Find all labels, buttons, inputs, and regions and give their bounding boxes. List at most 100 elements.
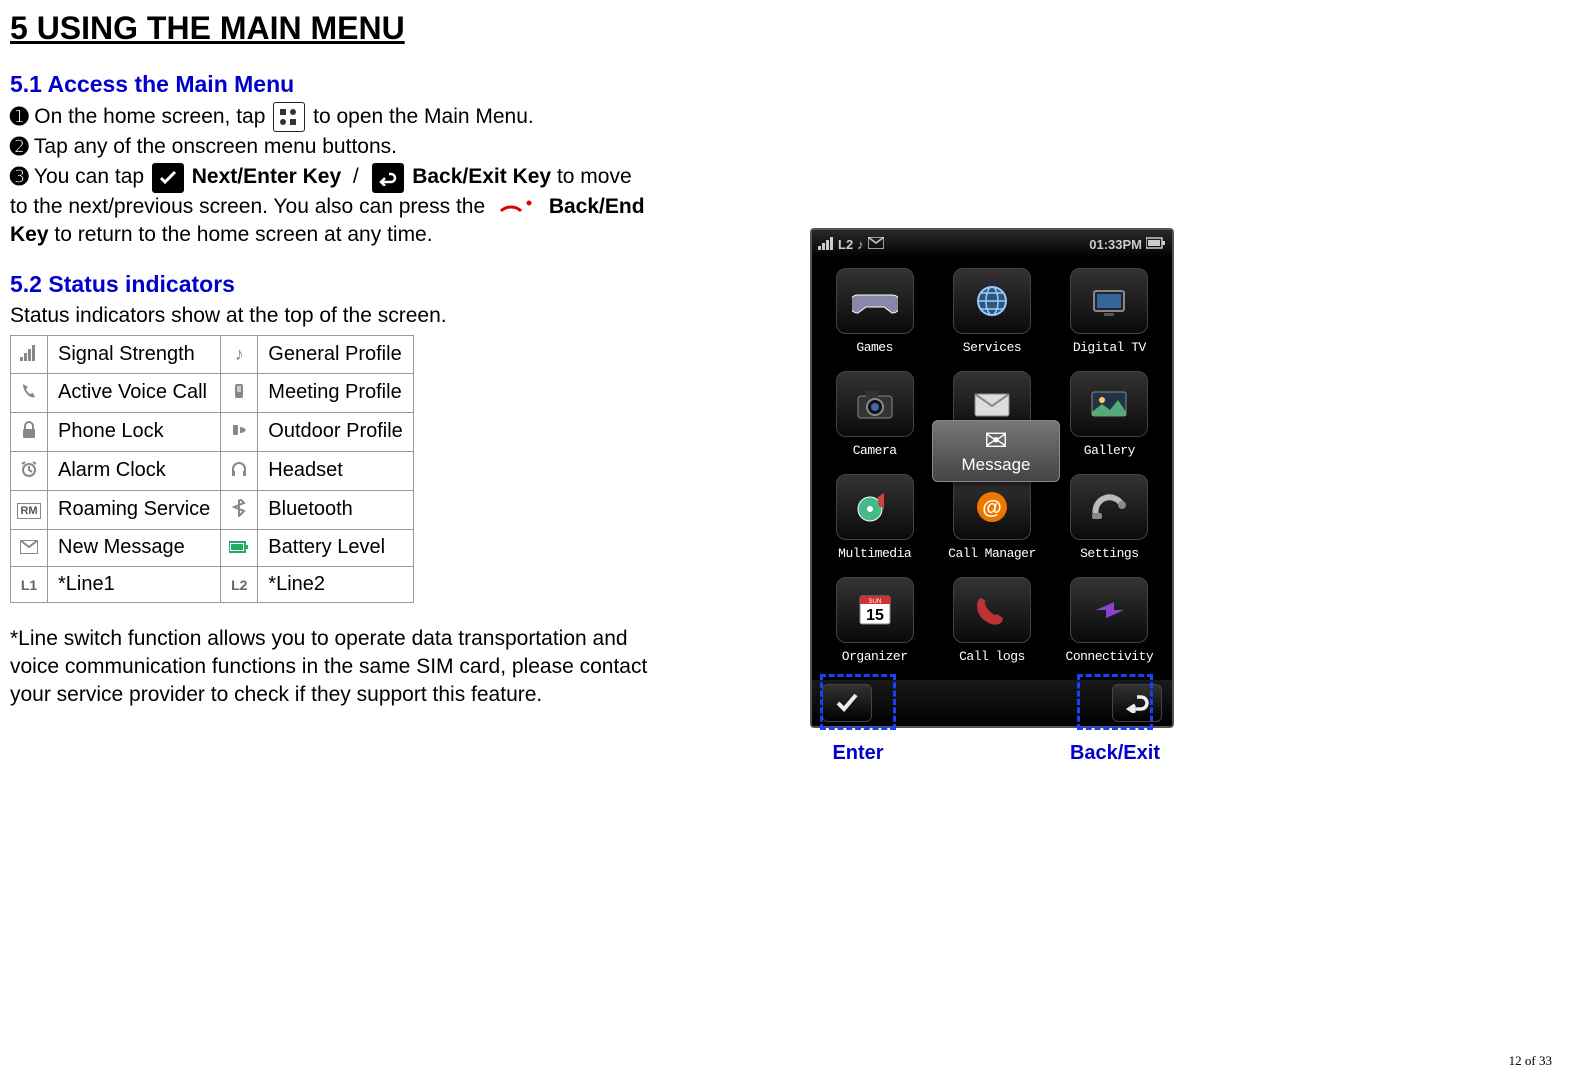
app-label: Games — [856, 340, 893, 355]
phone-battery-icon — [1146, 237, 1166, 252]
app-label: Call Manager — [948, 546, 1036, 561]
step2-text: Tap any of the onscreen menu buttons. — [34, 135, 397, 158]
app-icon — [1070, 371, 1148, 437]
status-label: Phone Lock — [48, 412, 221, 451]
app-label: Organizer — [842, 649, 908, 664]
app-label: Digital TV — [1073, 340, 1146, 355]
app-connectivity[interactable]: Connectivity — [1051, 571, 1168, 674]
roam-icon: RM — [18, 500, 40, 522]
app-digital-tv[interactable]: Digital TV — [1051, 262, 1168, 365]
phone-envelope-icon — [868, 237, 884, 252]
svg-text:@: @ — [982, 497, 1002, 519]
end-key-icon — [493, 193, 541, 221]
main-menu-icon — [273, 102, 305, 132]
phone-back-button[interactable] — [1112, 684, 1162, 722]
l2-icon: L2 — [228, 574, 250, 596]
app-icon — [1070, 577, 1148, 643]
table-row: Alarm Clock Headset — [11, 451, 414, 490]
status-label: Active Voice Call — [48, 373, 221, 412]
app-icon — [953, 577, 1031, 643]
line-switch-note: *Line switch function allows you to oper… — [10, 625, 650, 710]
status-label: Bluetooth — [258, 490, 414, 529]
call-icon — [18, 380, 40, 402]
page-title: 5 USING THE MAIN MENU — [10, 10, 650, 47]
phone-mockup: L2 ♪ 01:33PM ✉ — [810, 228, 1170, 765]
status-label: Signal Strength — [48, 335, 221, 373]
status-label: Outdoor Profile — [258, 412, 414, 451]
svg-text:SUN: SUN — [868, 599, 881, 605]
app-label: Multimedia — [838, 546, 911, 561]
step1-text-b: to open the Main Menu. — [313, 105, 534, 128]
next-enter-key-label: Next/Enter Key — [192, 165, 341, 188]
status-label: Alarm Clock — [48, 451, 221, 490]
signal-icon — [18, 342, 40, 364]
status-label: General Profile — [258, 335, 414, 373]
step3-text-c: to return to the home screen at any time… — [54, 223, 432, 246]
alarm-icon — [18, 458, 40, 480]
svg-text:15: 15 — [866, 607, 884, 624]
table-row: Signal Strength ♪ General Profile — [11, 335, 414, 373]
table-row: New Message Battery Level — [11, 529, 414, 566]
app-label: Call logs — [959, 649, 1025, 664]
phone-popup: ✉ Message — [932, 420, 1060, 482]
status-label: *Line1 — [48, 566, 221, 602]
lock-icon — [18, 419, 40, 441]
app-services[interactable]: Services — [933, 262, 1050, 365]
app-icon — [836, 474, 914, 540]
slash: / — [353, 165, 359, 188]
app-icon — [1070, 474, 1148, 540]
app-multimedia[interactable]: Multimedia — [816, 468, 933, 571]
table-row: RMRoaming ServiceBluetooth — [11, 490, 414, 529]
phone-enter-button[interactable] — [822, 684, 872, 722]
phone-l2-badge: L2 — [838, 237, 853, 252]
back-annotation-label: Back/Exit — [1070, 742, 1160, 765]
status-label: New Message — [48, 529, 221, 566]
bullet-2-icon: ➋ — [10, 134, 28, 159]
l1-icon: L1 — [18, 574, 40, 596]
app-call-manager[interactable]: @ Call Manager — [933, 468, 1050, 571]
app-call-logs[interactable]: Call logs — [933, 571, 1050, 674]
envelope-icon: ✉ — [984, 427, 1007, 455]
app-label: Connectivity — [1066, 649, 1154, 664]
app-icon — [836, 371, 914, 437]
status-label: Meeting Profile — [258, 373, 414, 412]
note-icon: ♪ — [228, 343, 250, 365]
app-games[interactable]: Games — [816, 262, 933, 365]
section-heading-5-2: 5.2 Status indicators — [10, 271, 650, 298]
check-icon — [152, 163, 184, 193]
table-row: Active Voice Call Meeting Profile — [11, 373, 414, 412]
app-icon: @ — [953, 474, 1031, 540]
status-indicator-table: Signal Strength♪General ProfileActive Vo… — [10, 335, 414, 603]
app-label: Camera — [853, 443, 897, 458]
status-label: Headset — [258, 451, 414, 490]
app-label: Gallery — [1084, 443, 1135, 458]
app-icon — [836, 268, 914, 334]
status-label: *Line2 — [258, 566, 414, 602]
phone-clock-text: 01:33PM — [1089, 237, 1142, 252]
table-row: L1 *Line1 L2 *Line2 — [11, 566, 414, 602]
app-settings[interactable]: Settings — [1051, 468, 1168, 571]
app-label: Services — [963, 340, 1021, 355]
table-row: Phone Lock Outdoor Profile — [11, 412, 414, 451]
app-gallery[interactable]: Gallery — [1051, 365, 1168, 468]
app-label: Settings — [1080, 546, 1138, 561]
phone-note-icon: ♪ — [857, 237, 864, 252]
status-label: Battery Level — [258, 529, 414, 566]
app-organizer[interactable]: SUN 15 Organizer — [816, 571, 933, 674]
outdoor-icon — [228, 419, 250, 441]
app-camera[interactable]: Camera — [816, 365, 933, 468]
bullet-1-icon: ➊ — [10, 104, 28, 129]
app-icon — [953, 268, 1031, 334]
app-icon: SUN 15 — [836, 577, 914, 643]
section2-intro: Status indicators show at the top of the… — [10, 302, 650, 330]
section-heading-5-1: 5.1 Access the Main Menu — [10, 71, 650, 98]
app-icon — [1070, 268, 1148, 334]
headset-icon — [228, 458, 250, 480]
batt-icon — [228, 536, 250, 558]
bullet-3-icon: ➌ — [10, 164, 28, 189]
step3-text-a: You can tap — [34, 165, 144, 188]
back-exit-key-label: Back/Exit Key — [412, 165, 551, 188]
enter-annotation-label: Enter — [832, 742, 883, 765]
bt-icon — [228, 497, 250, 519]
phone-statusbar: L2 ♪ 01:33PM — [812, 230, 1172, 258]
